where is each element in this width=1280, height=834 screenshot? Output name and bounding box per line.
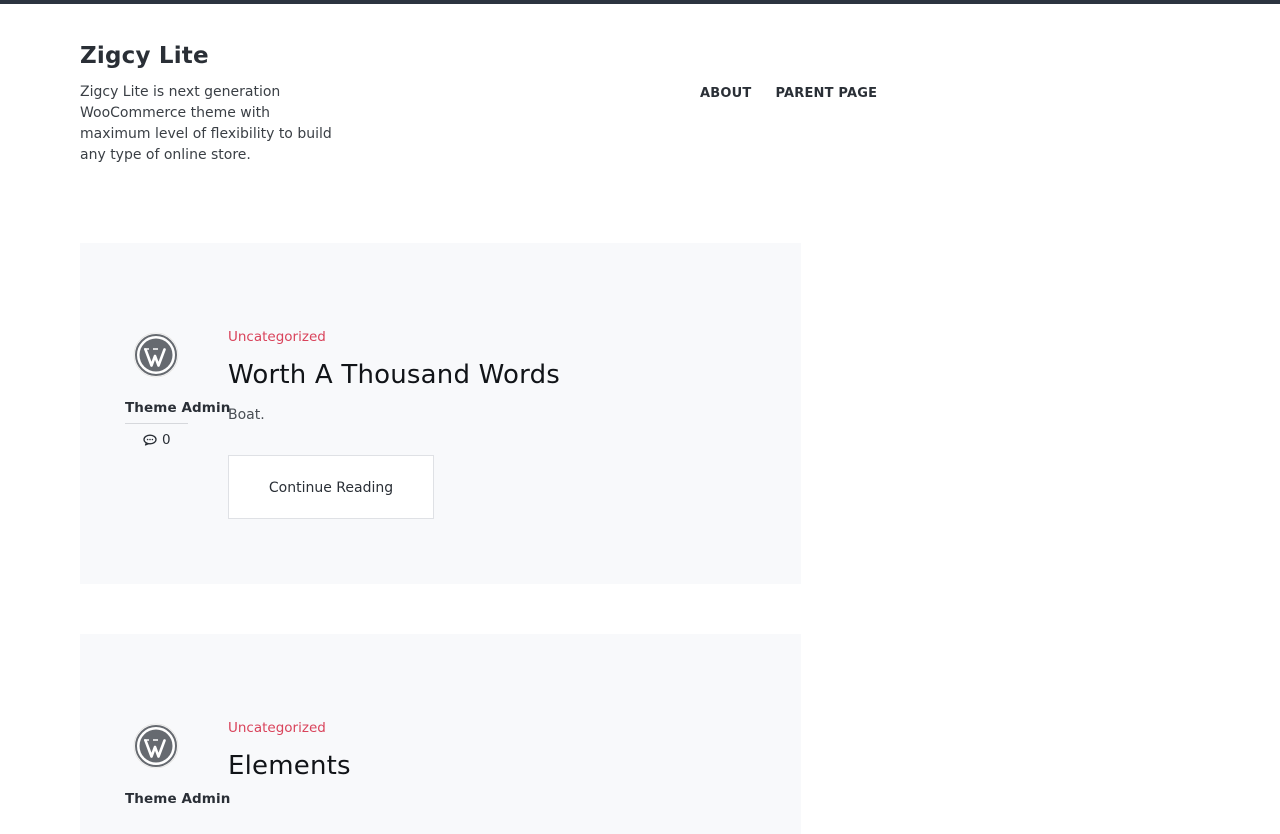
author-name[interactable]: Theme Admin (125, 400, 230, 416)
post-content: Uncategorized Worth A Thousand Words Boa… (228, 326, 768, 519)
comment-count[interactable]: 0 (143, 432, 225, 448)
wordpress-logo-icon[interactable] (133, 332, 179, 378)
post-card: Theme Admin 0 Uncategorized Worth A Thou… (80, 243, 801, 584)
comment-icon (143, 434, 157, 446)
author-divider (125, 423, 188, 424)
site-description: Zigcy Lite is next generation WooCommerc… (80, 84, 332, 163)
post-card: Theme Admin Uncategorized Elements (80, 634, 801, 834)
top-bar (0, 0, 1280, 4)
wordpress-logo-icon[interactable] (133, 723, 179, 769)
post-title[interactable]: Worth A Thousand Words (228, 357, 768, 393)
post-author-meta: Theme Admin (125, 723, 230, 807)
site-header: Zigcy Lite Zigcy Lite is next generation… (80, 40, 340, 166)
continue-reading-button[interactable]: Continue Reading (228, 455, 434, 519)
post-excerpt: Boat. (228, 407, 265, 423)
post-category-link[interactable]: Uncategorized (228, 720, 326, 736)
post-title[interactable]: Elements (228, 748, 768, 784)
post-content: Uncategorized Elements (228, 717, 768, 784)
post-author-meta: Theme Admin 0 (125, 332, 230, 448)
comment-count-value: 0 (162, 432, 171, 448)
main-navigation: ABOUT PARENT PAGE (700, 86, 877, 101)
nav-item-parent-page[interactable]: PARENT PAGE (775, 86, 877, 101)
post-category-link[interactable]: Uncategorized (228, 329, 326, 345)
nav-item-about[interactable]: ABOUT (700, 86, 751, 101)
site-title[interactable]: Zigcy Lite (80, 40, 340, 72)
author-name[interactable]: Theme Admin (125, 791, 230, 807)
